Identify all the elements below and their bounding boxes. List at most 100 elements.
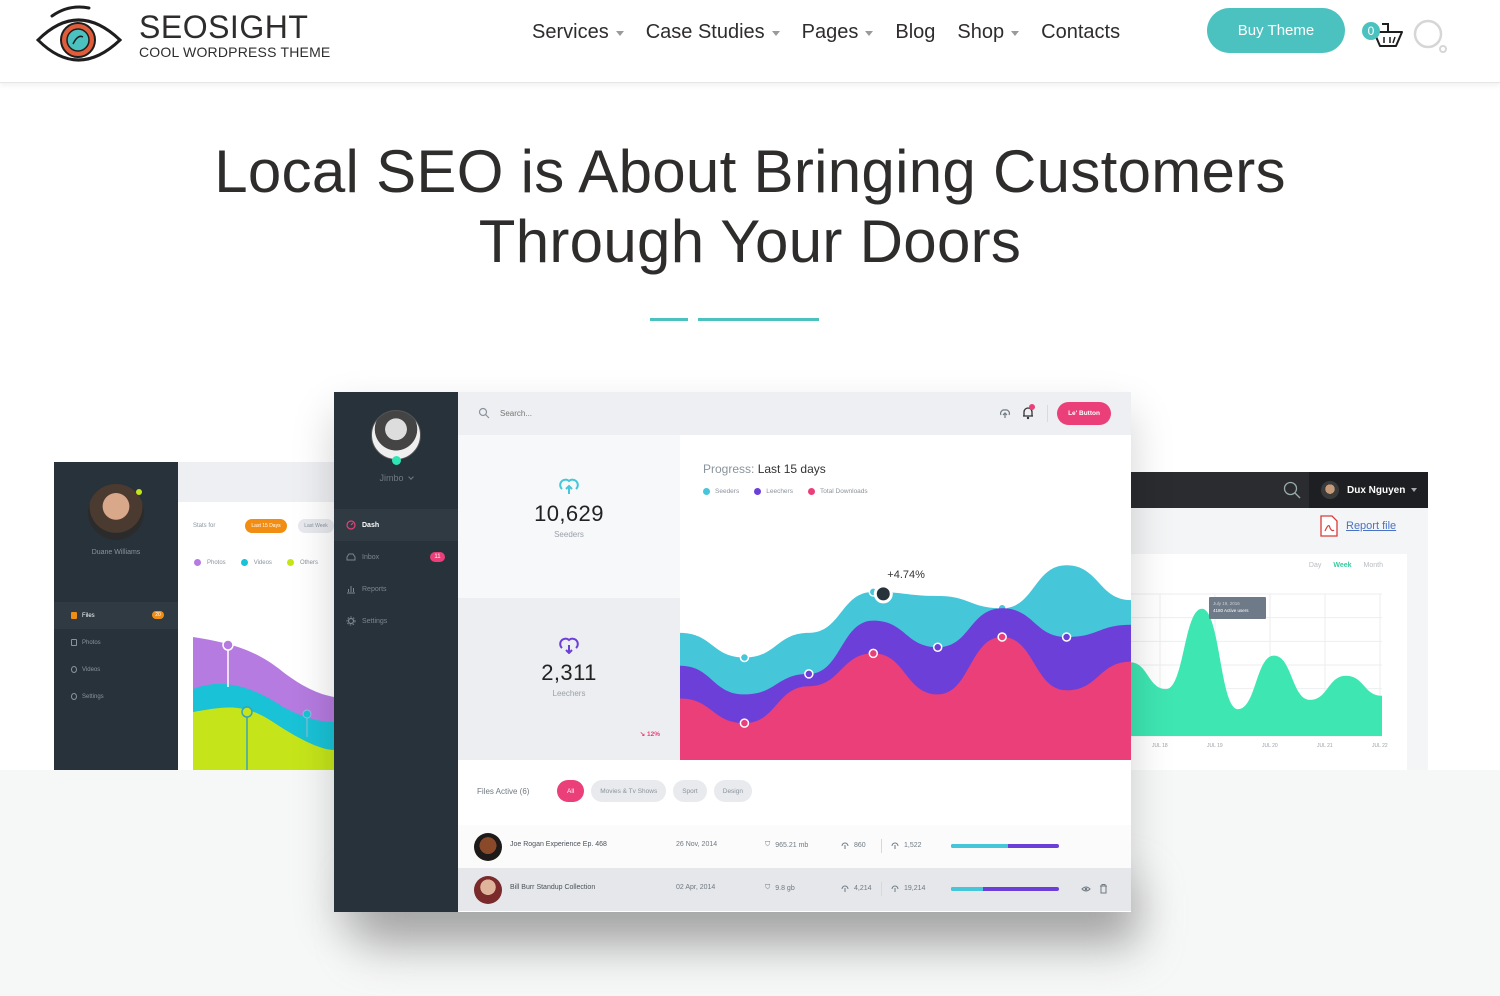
nav-blog[interactable]: Blog (895, 21, 935, 44)
nav-case-studies[interactable]: Case Studies (646, 21, 780, 44)
tab-day[interactable]: Day (1309, 562, 1321, 569)
data-point[interactable] (932, 642, 943, 652)
highlight-point[interactable] (873, 584, 893, 604)
divider (881, 839, 882, 853)
user-menu[interactable]: Jimbo (334, 473, 458, 483)
legend-label: Total Downloads (819, 488, 868, 495)
data-point[interactable] (739, 718, 750, 728)
file-row[interactable]: Joe Rogan Experience Ep. 468 26 Nov, 201… (458, 825, 1131, 868)
eye-icon[interactable] (1081, 884, 1091, 894)
cloud-upload-icon (841, 842, 849, 849)
eye-logo-icon[interactable] (34, 4, 124, 68)
nav-contacts[interactable]: Contacts (1041, 21, 1120, 44)
data-point[interactable] (997, 632, 1007, 642)
progress-area-chart: +4.74% (680, 565, 1131, 760)
main-mockup-topbar: Le' Button (458, 392, 1131, 435)
filter-chips: All Movies & Tv Shows Sport Design (557, 780, 759, 802)
data-point[interactable] (1061, 632, 1072, 642)
nav-label: Pages (801, 20, 859, 43)
search-input[interactable] (500, 405, 700, 421)
file-size: ⛉ 965.21 mb (765, 841, 808, 849)
marker-point (302, 709, 312, 719)
data-point[interactable] (804, 669, 814, 679)
report-file-link[interactable]: Report file (1320, 515, 1396, 537)
filter-sport[interactable]: Sport (673, 780, 707, 802)
menu-item-videos[interactable]: Videos (54, 656, 178, 683)
brand[interactable]: SEOSIGHT COOL WORDPRESS THEME (139, 10, 330, 60)
cloud-upload-icon (559, 478, 579, 494)
cart-count-badge: 0 (1362, 22, 1380, 40)
active-users-panel: Day Week Month JUL 18 JUL 19 JUL 20 JUL 21 J… (1130, 554, 1407, 770)
buy-theme-button[interactable]: Buy Theme (1207, 8, 1345, 53)
left-mockup-topbar (178, 462, 334, 502)
bar-chart-icon (347, 586, 355, 594)
user-menu[interactable]: Dux Nguyen (1309, 472, 1428, 508)
chart-annotation: +4.74% (887, 569, 925, 581)
le-button[interactable]: Le' Button (1057, 402, 1111, 425)
legend-swatch (703, 488, 710, 495)
data-point[interactable] (868, 648, 879, 659)
x-tick-label: JUL 20 (1262, 743, 1278, 749)
left-area-chart (193, 637, 334, 770)
legend-swatch (807, 488, 815, 495)
title-divider-long (698, 318, 819, 321)
nav-services[interactable]: Services (532, 21, 624, 44)
trend-down-icon: ↘ (639, 731, 647, 738)
menu-item-settings[interactable]: Settings (54, 683, 178, 710)
user-name: Duane Williams (91, 549, 141, 556)
area-active-users (1130, 608, 1382, 736)
progress-chart-card: Progress: Last 15 days Seeders Leechers … (680, 435, 1131, 760)
shield-icon: ⛉ (765, 884, 771, 891)
x-tick-label: JUL 21 (1317, 743, 1333, 749)
active-users-chart: JUL 18 JUL 19 JUL 20 JUL 21 JUL 22 (1130, 593, 1388, 749)
file-row[interactable]: Bill Burr Standup Collection 02 Apr, 201… (458, 868, 1131, 911)
legend-leechers: Leechers (754, 488, 793, 495)
menu-item-inbox[interactable]: Inbox 11 (334, 541, 458, 573)
gear-icon (346, 616, 356, 626)
menu-item-settings[interactable]: Settings (334, 605, 458, 637)
cloud-upload-icon[interactable] (998, 406, 1012, 420)
file-icon (71, 612, 77, 619)
menu-item-reports[interactable]: Reports (334, 573, 458, 605)
seeders-label: Seeders (554, 530, 584, 539)
tab-month[interactable]: Month (1364, 562, 1383, 569)
menu-item-files[interactable]: Files 20 (54, 602, 178, 629)
seeders-value: 10,629 (534, 501, 604, 526)
right-dashboard-mockup: Dux Nguyen Report file Day Week Month JU… (1130, 472, 1428, 770)
filter-design[interactable]: Design (713, 780, 752, 802)
pill-last-week[interactable]: Last Week (298, 519, 334, 533)
data-point[interactable] (739, 652, 750, 663)
caret-down-icon (1411, 488, 1418, 492)
cart-button[interactable]: 0 (1362, 18, 1406, 52)
nav-shop[interactable]: Shop (957, 21, 1020, 44)
filter-movies-tv[interactable]: Movies & Tv Shows (591, 780, 667, 802)
search-icon[interactable] (1282, 480, 1302, 500)
nav-pages[interactable]: Pages (802, 21, 874, 44)
user-name: Dux Nguyen (1347, 484, 1406, 496)
menu-label: Settings (362, 617, 388, 625)
leechers-count: 1,522 (904, 841, 922, 849)
chart-title-prefix: Progress: (703, 462, 755, 476)
menu-item-dash[interactable]: Dash (334, 509, 458, 541)
notification-dot (1029, 404, 1035, 410)
file-seeders: 860 (841, 841, 866, 849)
seeders-count: 4,214 (854, 884, 872, 892)
legend-swatch (286, 559, 294, 566)
filter-all[interactable]: All (557, 780, 585, 802)
left-mockup-menu: Files 20 Photos Videos Settings (54, 602, 178, 710)
legend-total-downloads: Total Downloads (807, 488, 868, 495)
file-size: ⛉ 9.8 gb (765, 884, 795, 892)
pill-last-15-days[interactable]: Last 15 Days (245, 519, 287, 533)
main-mockup-menu: Dash Inbox 11 Reports Settings (334, 509, 458, 637)
legend-swatch (754, 488, 762, 495)
caret-down-icon (865, 31, 874, 36)
main-nav: Services Case Studies Pages Blog Shop Co… (532, 19, 1142, 45)
cloud-upload-icon (841, 885, 849, 892)
cloud-download-icon (891, 885, 899, 892)
tab-week[interactable]: Week (1333, 562, 1351, 569)
menu-item-photos[interactable]: Photos (54, 629, 178, 656)
trash-icon[interactable] (1099, 883, 1108, 894)
menu-label: Settings (82, 693, 104, 700)
search-icon[interactable] (1412, 18, 1448, 54)
legend-label: Others (299, 559, 318, 566)
